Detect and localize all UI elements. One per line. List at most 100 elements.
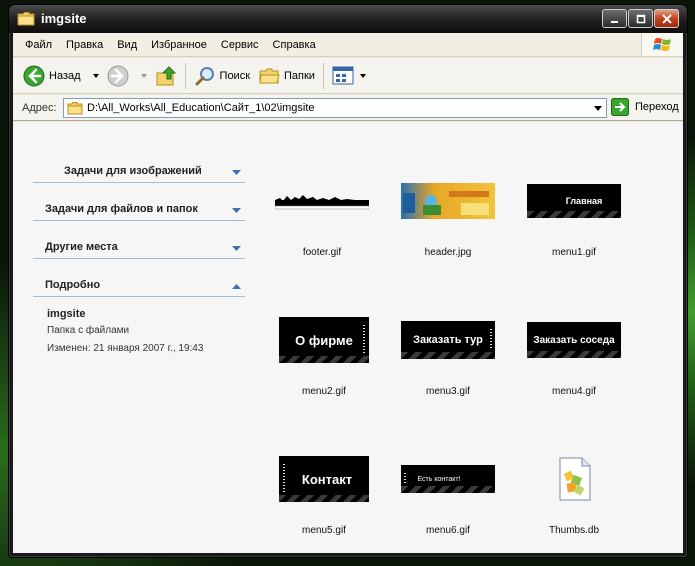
window-client: Файл Правка Вид Избранное Сервис Справка — [13, 33, 683, 553]
thumbnail: Заказать тур — [388, 311, 508, 369]
footer-thumbnail-image — [275, 195, 369, 210]
thumbs-db-file-icon — [559, 457, 591, 501]
folders-icon — [259, 68, 280, 83]
folders-button[interactable]: Папки — [254, 61, 319, 91]
thumbnail-text: Есть контакт! — [417, 475, 461, 483]
menu1-thumbnail-image: Главная — [527, 184, 621, 218]
toolbar-separator — [184, 62, 186, 89]
back-arrow-icon — [23, 65, 45, 86]
close-button[interactable] — [654, 9, 679, 28]
dots-decoration — [283, 464, 285, 492]
go-arrow-icon — [611, 98, 629, 116]
chevron-down-icon — [593, 105, 602, 111]
chevron-down-icon — [232, 170, 241, 175]
menu4-thumbnail-image: Заказать соседа — [527, 322, 621, 358]
task-header-file-tasks[interactable]: Задачи для файлов и папок — [33, 199, 245, 221]
views-icon — [332, 66, 354, 84]
file-name: Thumbs.db — [548, 525, 600, 536]
back-button[interactable]: Назад — [19, 61, 103, 91]
thumbnail — [262, 172, 382, 230]
file-view: footer.gif header.jpg Главная menu1.gif … — [253, 122, 683, 553]
chevron-down-icon — [232, 246, 241, 251]
menu-favorites[interactable]: Избранное — [144, 39, 214, 51]
thumbnail-text: Заказать тур — [413, 334, 483, 346]
forward-button[interactable] — [103, 61, 151, 91]
file-name: menu4.gif — [552, 386, 596, 397]
chevron-down-icon — [232, 208, 241, 213]
thumbnail-text: Главная — [565, 196, 603, 206]
file-name: menu3.gif — [426, 386, 470, 397]
menu-edit[interactable]: Правка — [59, 39, 110, 51]
menu-help[interactable]: Справка — [266, 39, 323, 51]
go-button[interactable]: Переход — [611, 98, 679, 116]
views-button[interactable] — [328, 61, 370, 91]
task-header-label: Задачи для файлов и папок — [45, 203, 198, 215]
dots-decoration — [490, 329, 492, 349]
folders-label: Папки — [284, 69, 315, 82]
minimize-icon — [610, 20, 618, 23]
task-header-other-places[interactable]: Другие места — [33, 237, 245, 259]
task-pane: Задачи для изображений Задачи для файлов… — [13, 122, 253, 553]
details-type: Папка с файлами — [47, 325, 130, 336]
folder-icon — [67, 102, 83, 115]
thumbnail: Контакт — [264, 450, 384, 508]
thumbnail — [388, 172, 508, 230]
file-name: footer.gif — [302, 247, 342, 258]
menu-bar: Файл Правка Вид Избранное Сервис Справка — [13, 33, 683, 57]
back-dropdown-icon[interactable] — [92, 73, 99, 78]
file-name: menu5.gif — [302, 525, 346, 536]
go-label: Переход — [635, 101, 679, 113]
details-modified: Изменен: 21 января 2007 г., 19:43 — [47, 343, 204, 354]
dots-decoration — [404, 473, 406, 483]
task-header-label: Подробно — [45, 279, 101, 291]
menu5-thumbnail-image: Контакт — [279, 456, 369, 502]
maximize-icon — [636, 14, 645, 23]
task-header-image-tasks[interactable]: Задачи для изображений — [33, 161, 245, 183]
file-name: menu6.gif — [426, 525, 470, 536]
address-path: D:\All_Works\All_Education\Сайт_1\02\img… — [87, 102, 315, 114]
thumbnail: О фирме — [264, 311, 384, 369]
up-folder-button[interactable] — [151, 61, 181, 91]
task-header-label: Другие места — [45, 241, 118, 253]
window-title: imgsite — [41, 11, 87, 26]
back-label: Назад — [49, 69, 81, 82]
maximize-button[interactable] — [628, 9, 653, 28]
windows-logo — [641, 33, 683, 56]
task-header-label: Задачи для изображений — [64, 165, 202, 177]
toolbar-separator — [322, 62, 324, 89]
header-thumbnail-image — [401, 183, 495, 219]
thumbnail: Есть контакт! — [388, 450, 508, 508]
thumbnail-text: О фирме — [295, 332, 353, 348]
forward-arrow-icon — [107, 65, 129, 86]
menu3-thumbnail-image: Заказать тур — [401, 321, 495, 359]
address-bar: Адрес: D:\All_Works\All_Education\Сайт_1… — [13, 95, 683, 121]
windows-flag-icon — [652, 37, 671, 51]
search-button[interactable]: Поиск — [190, 61, 254, 91]
title-bar[interactable]: imgsite — [9, 5, 687, 33]
chevron-up-icon — [232, 284, 241, 289]
thumbnail-text: Заказать соседа — [533, 334, 615, 346]
details-panel: imgsite Папка с файлами Изменен: 21 янва… — [47, 308, 247, 356]
forward-dropdown-icon[interactable] — [140, 73, 147, 78]
address-dropdown-button[interactable] — [590, 100, 605, 116]
thumbnail: Заказать соседа — [514, 311, 634, 369]
folder-up-icon — [156, 65, 176, 85]
menu2-thumbnail-image: О фирме — [279, 317, 369, 363]
task-header-details[interactable]: Подробно — [33, 275, 245, 297]
file-name: menu1.gif — [552, 247, 596, 258]
address-input[interactable]: D:\All_Works\All_Education\Сайт_1\02\img… — [63, 98, 607, 118]
close-icon — [661, 13, 672, 24]
menu-view[interactable]: Вид — [110, 39, 144, 51]
toolbar: Назад Поиск Папки — [13, 58, 683, 94]
menu-tools[interactable]: Сервис — [214, 39, 266, 51]
search-icon — [195, 66, 214, 85]
folder-icon — [17, 12, 35, 26]
explorer-window: imgsite Файл Правка Вид Избранное Сервис… — [8, 4, 688, 558]
minimize-button[interactable] — [602, 9, 627, 28]
menu6-thumbnail-image: Есть контакт! — [401, 465, 495, 493]
menu-file[interactable]: Файл — [13, 39, 59, 51]
file-name: menu2.gif — [302, 386, 346, 397]
views-dropdown-icon[interactable] — [359, 73, 366, 78]
dots-decoration — [363, 325, 365, 353]
main-area: Задачи для изображений Задачи для файлов… — [13, 122, 683, 553]
